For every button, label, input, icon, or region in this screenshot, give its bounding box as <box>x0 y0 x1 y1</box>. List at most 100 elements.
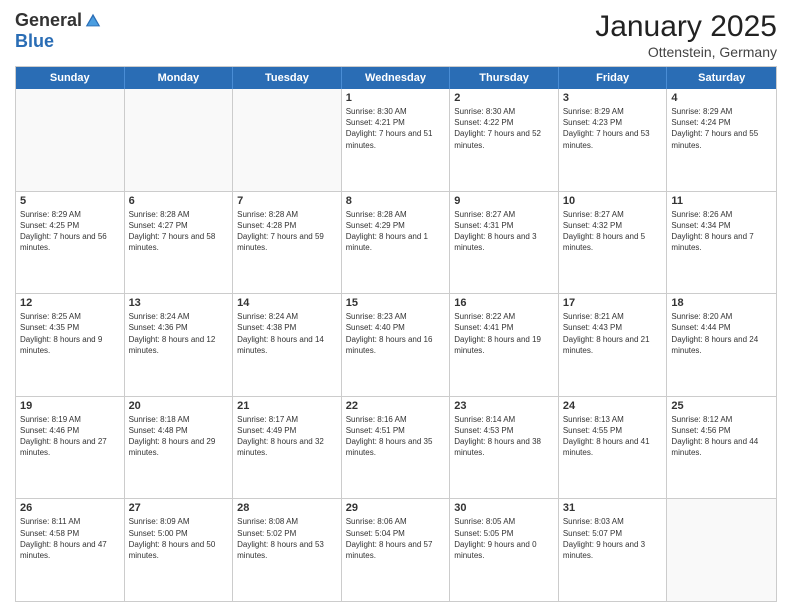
day-number: 14 <box>237 297 337 309</box>
calendar-cell: 15 Sunrise: 8:23 AMSunset: 4:40 PMDayligh… <box>342 294 451 396</box>
cell-info: Sunrise: 8:12 AMSunset: 4:56 PMDaylight:… <box>671 414 772 459</box>
day-number: 4 <box>671 92 772 104</box>
cell-info: Sunrise: 8:23 AMSunset: 4:40 PMDaylight:… <box>346 311 446 356</box>
logo-blue: Blue <box>15 31 54 51</box>
day-number: 6 <box>129 195 229 207</box>
calendar-cell: 6Sunrise: 8:28 AMSunset: 4:27 PMDaylight… <box>125 192 234 294</box>
day-number: 31 <box>563 502 663 514</box>
day-number: 12 <box>20 297 120 309</box>
cell-info: Sunrise: 8:28 AMSunset: 4:29 PMDaylight:… <box>346 209 446 254</box>
logo: General Blue <box>15 10 102 52</box>
calendar-cell: 30Sunrise: 8:05 AMSunset: 5:05 PMDayligh… <box>450 499 559 601</box>
calendar-cell: 12 Sunrise: 8:25 AMSunset: 4:35 PMDayligh… <box>16 294 125 396</box>
day-number: 29 <box>346 502 446 514</box>
header-sunday: Sunday <box>16 67 125 89</box>
calendar-cell <box>233 89 342 191</box>
day-number: 5 <box>20 195 120 207</box>
cell-info: Sunrise: 8:08 AMSunset: 5:02 PMDaylight:… <box>237 516 337 561</box>
calendar-row-0: 1 Sunrise: 8:30 AMSunset: 4:21 PMDaylight… <box>16 89 776 192</box>
calendar-cell: 24 Sunrise: 8:13 AMSunset: 4:55 PMDayligh… <box>559 397 668 499</box>
title-block: January 2025 Ottenstein, Germany <box>595 10 777 60</box>
cell-info: Sunrise: 8:09 AMSunset: 5:00 PMDaylight:… <box>129 516 229 561</box>
cell-info: Sunrise: 8:29 AMSunset: 4:24 PMDaylight:… <box>671 106 772 151</box>
day-number: 30 <box>454 502 554 514</box>
header-wednesday: Wednesday <box>342 67 451 89</box>
day-number: 16 <box>454 297 554 309</box>
calendar-cell: 5Sunrise: 8:29 AMSunset: 4:25 PMDaylight… <box>16 192 125 294</box>
cell-info: Sunrise: 8:06 AMSunset: 5:04 PMDaylight:… <box>346 516 446 561</box>
calendar-cell: 22 Sunrise: 8:16 AMSunset: 4:51 PMDayligh… <box>342 397 451 499</box>
day-number: 21 <box>237 400 337 412</box>
day-number: 22 <box>346 400 446 412</box>
calendar-cell: 8 Sunrise: 8:28 AMSunset: 4:29 PMDaylight… <box>342 192 451 294</box>
calendar-cell: 28 Sunrise: 8:08 AMSunset: 5:02 PMDayligh… <box>233 499 342 601</box>
cell-info: Sunrise: 8:30 AMSunset: 4:22 PMDaylight:… <box>454 106 554 151</box>
calendar-cell: 23 Sunrise: 8:14 AMSunset: 4:53 PMDayligh… <box>450 397 559 499</box>
calendar-cell: 17Sunrise: 8:21 AMSunset: 4:43 PMDayligh… <box>559 294 668 396</box>
day-number: 7 <box>237 195 337 207</box>
cell-info: Sunrise: 8:17 AMSunset: 4:49 PMDaylight:… <box>237 414 337 459</box>
calendar-cell: 26Sunrise: 8:11 AMSunset: 4:58 PMDayligh… <box>16 499 125 601</box>
cell-info: Sunrise: 8:16 AMSunset: 4:51 PMDaylight:… <box>346 414 446 459</box>
day-number: 20 <box>129 400 229 412</box>
calendar-row-2: 12 Sunrise: 8:25 AMSunset: 4:35 PMDayligh… <box>16 294 776 397</box>
calendar-cell: 4 Sunrise: 8:29 AMSunset: 4:24 PMDaylight… <box>667 89 776 191</box>
cell-info: Sunrise: 8:30 AMSunset: 4:21 PMDaylight:… <box>346 106 446 151</box>
day-number: 17 <box>563 297 663 309</box>
header-tuesday: Tuesday <box>233 67 342 89</box>
calendar-cell: 14 Sunrise: 8:24 AMSunset: 4:38 PMDayligh… <box>233 294 342 396</box>
cell-info: Sunrise: 8:18 AMSunset: 4:48 PMDaylight:… <box>129 414 229 459</box>
cell-info: Sunrise: 8:24 AMSunset: 4:36 PMDaylight:… <box>129 311 229 356</box>
day-number: 27 <box>129 502 229 514</box>
header-monday: Monday <box>125 67 234 89</box>
day-number: 2 <box>454 92 554 104</box>
calendar-cell: 10Sunrise: 8:27 AMSunset: 4:32 PMDayligh… <box>559 192 668 294</box>
calendar-row-3: 19Sunrise: 8:19 AMSunset: 4:46 PMDayligh… <box>16 397 776 500</box>
calendar-cell: 13Sunrise: 8:24 AMSunset: 4:36 PMDayligh… <box>125 294 234 396</box>
calendar-cell <box>16 89 125 191</box>
cell-info: Sunrise: 8:25 AMSunset: 4:35 PMDaylight:… <box>20 311 120 356</box>
calendar-cell: 27 Sunrise: 8:09 AMSunset: 5:00 PMDayligh… <box>125 499 234 601</box>
calendar-header: Sunday Monday Tuesday Wednesday Thursday… <box>16 67 776 89</box>
day-number: 24 <box>563 400 663 412</box>
calendar-cell: 3Sunrise: 8:29 AMSunset: 4:23 PMDaylight… <box>559 89 668 191</box>
day-number: 19 <box>20 400 120 412</box>
logo-icon <box>84 12 102 30</box>
cell-info: Sunrise: 8:14 AMSunset: 4:53 PMDaylight:… <box>454 414 554 459</box>
day-number: 15 <box>346 297 446 309</box>
day-number: 23 <box>454 400 554 412</box>
header-thursday: Thursday <box>450 67 559 89</box>
day-number: 25 <box>671 400 772 412</box>
day-number: 18 <box>671 297 772 309</box>
day-number: 10 <box>563 195 663 207</box>
day-number: 1 <box>346 92 446 104</box>
day-number: 28 <box>237 502 337 514</box>
calendar-cell: 9Sunrise: 8:27 AMSunset: 4:31 PMDaylight… <box>450 192 559 294</box>
calendar-cell: 7Sunrise: 8:28 AMSunset: 4:28 PMDaylight… <box>233 192 342 294</box>
calendar-cell: 21 Sunrise: 8:17 AMSunset: 4:49 PMDayligh… <box>233 397 342 499</box>
cell-info: Sunrise: 8:24 AMSunset: 4:38 PMDaylight:… <box>237 311 337 356</box>
cell-info: Sunrise: 8:03 AMSunset: 5:07 PMDaylight:… <box>563 516 663 561</box>
header-friday: Friday <box>559 67 668 89</box>
calendar-cell: 25 Sunrise: 8:12 AMSunset: 4:56 PMDayligh… <box>667 397 776 499</box>
calendar-cell <box>667 499 776 601</box>
day-number: 3 <box>563 92 663 104</box>
calendar-cell: 16 Sunrise: 8:22 AMSunset: 4:41 PMDayligh… <box>450 294 559 396</box>
location-subtitle: Ottenstein, Germany <box>595 44 777 60</box>
day-number: 11 <box>671 195 772 207</box>
calendar-cell: 29 Sunrise: 8:06 AMSunset: 5:04 PMDayligh… <box>342 499 451 601</box>
calendar-cell: 18Sunrise: 8:20 AMSunset: 4:44 PMDayligh… <box>667 294 776 396</box>
cell-info: Sunrise: 8:27 AMSunset: 4:31 PMDaylight:… <box>454 209 554 254</box>
day-number: 8 <box>346 195 446 207</box>
calendar-body: 1 Sunrise: 8:30 AMSunset: 4:21 PMDaylight… <box>16 89 776 601</box>
cell-info: Sunrise: 8:26 AMSunset: 4:34 PMDaylight:… <box>671 209 772 254</box>
cell-info: Sunrise: 8:13 AMSunset: 4:55 PMDaylight:… <box>563 414 663 459</box>
logo-general: General <box>15 10 82 31</box>
calendar-row-1: 5Sunrise: 8:29 AMSunset: 4:25 PMDaylight… <box>16 192 776 295</box>
calendar-row-4: 26Sunrise: 8:11 AMSunset: 4:58 PMDayligh… <box>16 499 776 601</box>
calendar-cell: 1 Sunrise: 8:30 AMSunset: 4:21 PMDaylight… <box>342 89 451 191</box>
calendar: Sunday Monday Tuesday Wednesday Thursday… <box>15 66 777 602</box>
cell-info: Sunrise: 8:22 AMSunset: 4:41 PMDaylight:… <box>454 311 554 356</box>
day-number: 26 <box>20 502 120 514</box>
calendar-cell: 19Sunrise: 8:19 AMSunset: 4:46 PMDayligh… <box>16 397 125 499</box>
